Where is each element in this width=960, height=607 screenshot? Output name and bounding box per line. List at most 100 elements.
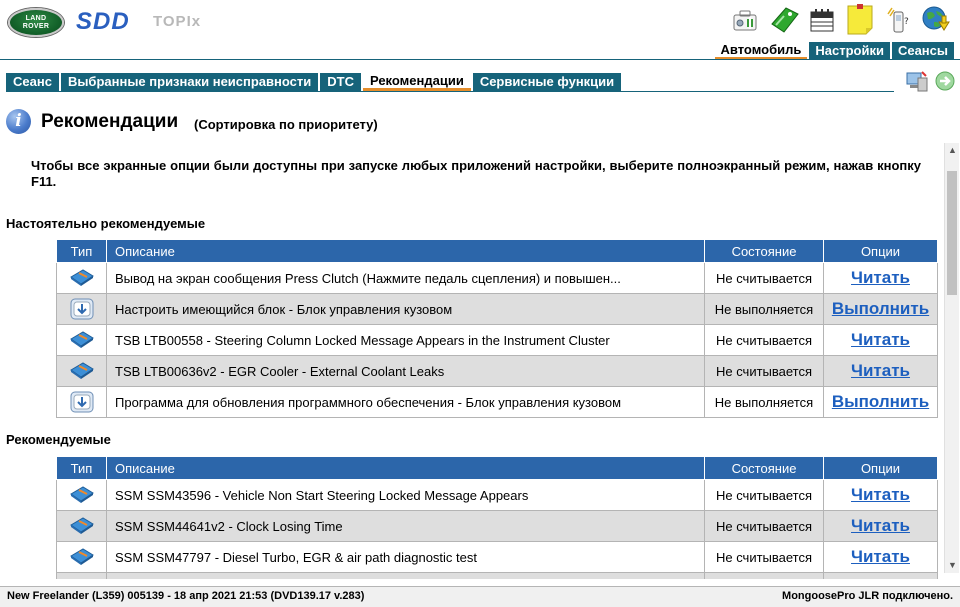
app-name: SDD bbox=[76, 8, 130, 35]
row-status: Не выполняется bbox=[704, 293, 824, 325]
app-header: LAND ROVER SDD TOPIx ? Автомобиль Настро… bbox=[0, 0, 960, 60]
main-nav-divider bbox=[0, 59, 960, 60]
tab-service-functions[interactable]: Сервисные функции bbox=[472, 73, 622, 91]
document-icon bbox=[56, 324, 107, 356]
sub-navigation: Сеанс Выбранные признаки неисправности D… bbox=[6, 73, 623, 91]
module-config-icon bbox=[56, 293, 107, 325]
row-option-cell: Читать bbox=[823, 541, 938, 573]
main-navigation: Автомобиль Настройки Сеансы bbox=[713, 42, 954, 60]
row-option-cell: Читать bbox=[823, 355, 938, 387]
table-row: TSB LTB00636v2 - EGR Cooler - External C… bbox=[56, 355, 938, 387]
module-name: TOPIx bbox=[153, 13, 202, 30]
row-option-cell: Выполнить bbox=[823, 386, 938, 418]
sdd-window: LAND ROVER SDD TOPIx ? Автомобиль Настро… bbox=[0, 0, 960, 607]
status-bar: New Freelander (L359) 005139 - 18 апр 20… bbox=[0, 586, 960, 607]
row-option-cell: Читать bbox=[823, 510, 938, 542]
row-status: Не выполняется bbox=[704, 386, 824, 418]
tab-recommendations[interactable]: Рекомендации bbox=[362, 73, 471, 91]
fullscreen-notice: Чтобы все экранные опции были доступны п… bbox=[31, 158, 921, 189]
calendar-icon[interactable] bbox=[806, 4, 838, 36]
table-row: Вывод на экран сообщения Press Clutch (Н… bbox=[56, 262, 938, 294]
row-description: Программа для обновления программного об… bbox=[106, 386, 705, 418]
execute-link[interactable]: Выполнить bbox=[832, 392, 929, 411]
col-description: Описание bbox=[106, 239, 705, 263]
row-description: Вывод на экран сообщения Press Clutch (Н… bbox=[106, 262, 705, 294]
col-options: Опции bbox=[823, 456, 938, 480]
land-rover-logo: LAND ROVER bbox=[8, 8, 64, 37]
row-option-cell: Читать bbox=[823, 324, 938, 356]
row-status: Не считывается bbox=[704, 355, 824, 387]
diagnostic-kit-icon[interactable] bbox=[730, 4, 762, 36]
table-row: SSM SSM44641v2 - Clock Losing Time Не счи… bbox=[56, 510, 938, 542]
page-title: Рекомендации bbox=[41, 111, 179, 132]
row-description: Настроить имеющийся блок - Блок управлен… bbox=[106, 293, 705, 325]
table-row: Читать bbox=[56, 572, 938, 579]
document-icon bbox=[56, 572, 107, 579]
scrollbar-thumb[interactable] bbox=[947, 171, 957, 295]
module-config-icon bbox=[56, 386, 107, 418]
row-status: Не считывается bbox=[704, 262, 824, 294]
computer-connection-icon[interactable] bbox=[904, 68, 930, 99]
col-type: Тип bbox=[56, 456, 107, 480]
section-title-recommended: Рекомендуемые bbox=[6, 432, 111, 447]
green-tag-icon[interactable] bbox=[768, 4, 800, 36]
document-icon bbox=[56, 479, 107, 511]
sticky-note-icon[interactable] bbox=[844, 4, 876, 36]
document-icon bbox=[56, 355, 107, 387]
col-description: Описание bbox=[106, 456, 705, 480]
table-row: TSB LTB00558 - Steering Column Locked Me… bbox=[56, 324, 938, 356]
row-status: Не считывается bbox=[704, 541, 824, 573]
row-description: TSB LTB00558 - Steering Column Locked Me… bbox=[106, 324, 705, 356]
row-option-cell: Выполнить bbox=[823, 293, 938, 325]
table-header-row: Тип Описание Состояние Опции bbox=[56, 456, 938, 480]
read-link[interactable]: Читать bbox=[851, 516, 910, 535]
row-description: SSM SSM43596 - Vehicle Non Start Steerin… bbox=[106, 479, 705, 511]
info-icon: i bbox=[6, 109, 31, 134]
tab-settings[interactable]: Настройки bbox=[809, 42, 890, 60]
row-description: SSM SSM47797 - Diesel Turbo, EGR & air p… bbox=[106, 541, 705, 573]
table-row: SSM SSM47797 - Diesel Turbo, EGR & air p… bbox=[56, 541, 938, 573]
globe-download-icon[interactable] bbox=[920, 4, 952, 36]
row-option-cell: Читать bbox=[823, 572, 938, 579]
tab-symptoms[interactable]: Выбранные признаки неисправности bbox=[60, 73, 319, 91]
read-link[interactable]: Читать bbox=[851, 268, 910, 287]
recommendations-table-normal: Тип Описание Состояние Опции SSM SSM4359… bbox=[56, 456, 938, 579]
table-row: Настроить имеющийся блок - Блок управлен… bbox=[56, 293, 938, 325]
svg-text:?: ? bbox=[904, 17, 909, 27]
read-link[interactable]: Читать bbox=[851, 485, 910, 504]
document-icon bbox=[56, 510, 107, 542]
row-description: SSM SSM44641v2 - Clock Losing Time bbox=[106, 510, 705, 542]
execute-link[interactable]: Выполнить bbox=[832, 299, 929, 318]
page-subtitle: (Сортировка по приоритету) bbox=[194, 117, 378, 132]
tab-dtc[interactable]: DTC bbox=[320, 73, 361, 91]
sub-nav-icons bbox=[904, 68, 956, 99]
row-status: Не считывается bbox=[704, 324, 824, 356]
row-status: Не считывается bbox=[704, 510, 824, 542]
vertical-scrollbar[interactable]: ▲ ▼ bbox=[944, 143, 959, 573]
content-area: Чтобы все экранные опции были доступны п… bbox=[0, 143, 944, 579]
table-row: SSM SSM43596 - Vehicle Non Start Steerin… bbox=[56, 479, 938, 511]
tab-sessions[interactable]: Сеансы bbox=[891, 42, 954, 60]
sub-nav-divider bbox=[6, 91, 894, 92]
scroll-up-icon[interactable]: ▲ bbox=[945, 143, 960, 158]
col-status: Состояние bbox=[704, 456, 824, 480]
read-link[interactable]: Читать bbox=[851, 578, 910, 579]
scroll-down-icon[interactable]: ▼ bbox=[945, 558, 960, 573]
tab-session[interactable]: Сеанс bbox=[6, 73, 59, 91]
tab-vehicle[interactable]: Автомобиль bbox=[714, 42, 808, 60]
connection-status: MongoosePro JLR подключено. bbox=[782, 590, 953, 602]
col-status: Состояние bbox=[704, 239, 824, 263]
read-link[interactable]: Читать bbox=[851, 547, 910, 566]
table-row: Программа для обновления программного об… bbox=[56, 386, 938, 418]
col-type: Тип bbox=[56, 239, 107, 263]
row-description: TSB LTB00636v2 - EGR Cooler - External C… bbox=[106, 355, 705, 387]
help-phone-icon[interactable]: ? bbox=[882, 4, 914, 36]
read-link[interactable]: Читать bbox=[851, 361, 910, 380]
recommendations-table-strong: Тип Описание Состояние Опции Вывод на эк… bbox=[56, 239, 938, 418]
toolbar-icons: ? bbox=[730, 4, 952, 36]
row-option-cell: Читать bbox=[823, 262, 938, 294]
next-green-icon[interactable] bbox=[934, 70, 956, 97]
document-icon bbox=[56, 541, 107, 573]
read-link[interactable]: Читать bbox=[851, 330, 910, 349]
table-header-row: Тип Описание Состояние Опции bbox=[56, 239, 938, 263]
